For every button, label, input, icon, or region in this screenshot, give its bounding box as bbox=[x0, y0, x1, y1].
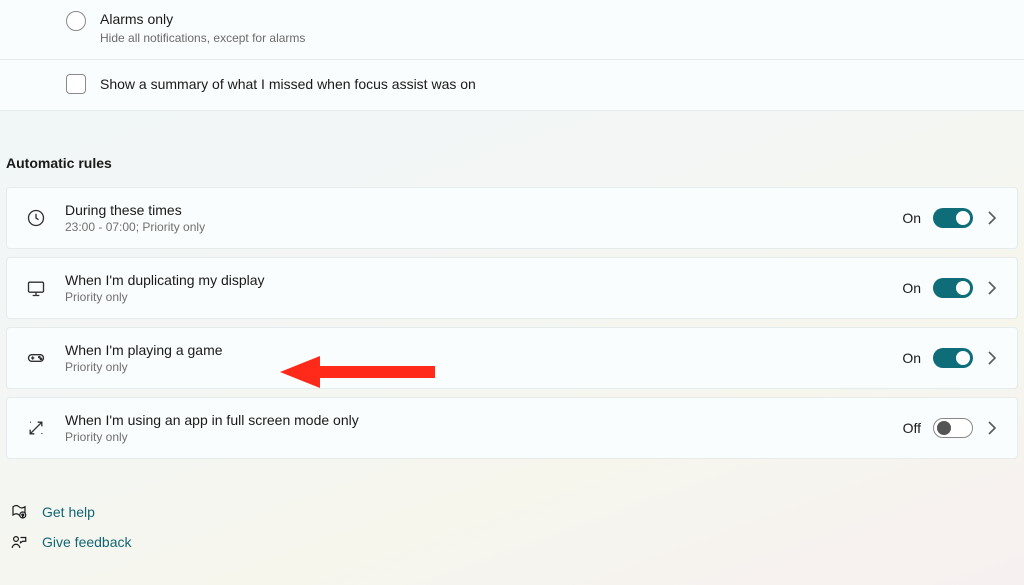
chevron-right-icon bbox=[985, 351, 999, 365]
rule-desc: Priority only bbox=[65, 430, 885, 444]
rule-fullscreen-app[interactable]: When I'm using an app in full screen mod… bbox=[6, 397, 1018, 459]
feedback-icon bbox=[10, 533, 28, 551]
rule-title: When I'm duplicating my display bbox=[65, 272, 884, 288]
monitor-icon bbox=[25, 277, 47, 299]
toggle-state-label: On bbox=[902, 210, 921, 226]
rule-title: When I'm using an app in full screen mod… bbox=[65, 412, 885, 428]
rule-during-these-times[interactable]: During these times 23:00 - 07:00; Priori… bbox=[6, 187, 1018, 249]
gamepad-icon bbox=[25, 347, 47, 369]
checkbox-icon bbox=[66, 74, 86, 94]
rule-desc: 23:00 - 07:00; Priority only bbox=[65, 220, 884, 234]
toggle-state-label: On bbox=[902, 350, 921, 366]
radio-icon bbox=[66, 11, 86, 31]
option-desc: Hide all notifications, except for alarm… bbox=[100, 31, 305, 45]
help-icon: ? bbox=[10, 503, 28, 521]
rule-title: When I'm playing a game bbox=[65, 342, 884, 358]
toggle-state-label: Off bbox=[903, 420, 921, 436]
rule-playing-a-game[interactable]: When I'm playing a game Priority only On bbox=[6, 327, 1018, 389]
radio-option-alarms-only[interactable]: Alarms only Hide all notifications, exce… bbox=[0, 0, 1024, 59]
rule-title: During these times bbox=[65, 202, 884, 218]
get-help-link[interactable]: ? Get help bbox=[6, 497, 1018, 527]
toggle-state-label: On bbox=[902, 280, 921, 296]
toggle-switch[interactable] bbox=[933, 208, 973, 228]
toggle-switch[interactable] bbox=[933, 278, 973, 298]
focus-assist-options-section: Alarms only Hide all notifications, exce… bbox=[0, 0, 1024, 111]
chevron-right-icon bbox=[985, 211, 999, 225]
toggle-switch[interactable] bbox=[933, 418, 973, 438]
option-title: Alarms only bbox=[100, 10, 305, 29]
option-text: Alarms only Hide all notifications, exce… bbox=[100, 10, 305, 45]
checkbox-show-summary[interactable]: Show a summary of what I missed when foc… bbox=[0, 60, 1024, 110]
chevron-right-icon bbox=[985, 421, 999, 435]
rule-desc: Priority only bbox=[65, 290, 884, 304]
link-label: Give feedback bbox=[42, 534, 132, 550]
toggle-switch[interactable] bbox=[933, 348, 973, 368]
rule-desc: Priority only bbox=[65, 360, 884, 374]
chevron-right-icon bbox=[985, 281, 999, 295]
rule-duplicating-display[interactable]: When I'm duplicating my display Priority… bbox=[6, 257, 1018, 319]
section-heading-automatic-rules: Automatic rules bbox=[0, 111, 1024, 183]
give-feedback-link[interactable]: Give feedback bbox=[6, 527, 1018, 557]
fullscreen-icon bbox=[25, 417, 47, 439]
clock-icon bbox=[25, 207, 47, 229]
link-label: Get help bbox=[42, 504, 95, 520]
automatic-rules-list: During these times 23:00 - 07:00; Priori… bbox=[0, 187, 1024, 459]
checkbox-label: Show a summary of what I missed when foc… bbox=[100, 76, 476, 92]
help-links-section: ? Get help Give feedback bbox=[0, 467, 1024, 557]
